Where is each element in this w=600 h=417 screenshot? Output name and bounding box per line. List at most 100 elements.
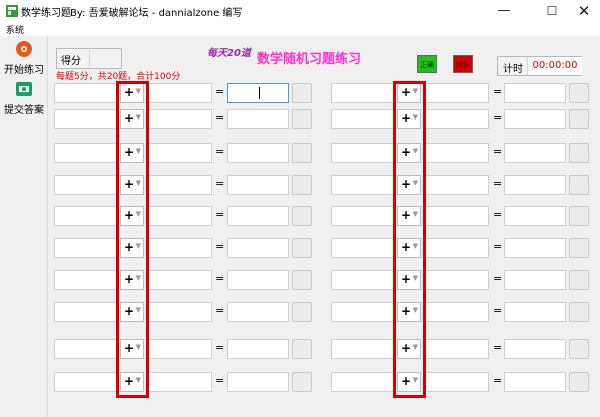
operand-a-field[interactable] [54,83,118,103]
equals-sign: = [493,85,503,98]
start-practice-button[interactable]: 开始练习 [0,40,48,76]
operand-a-field[interactable] [331,302,395,322]
operand-b-field[interactable] [148,109,212,129]
result-indicator [569,238,589,258]
operand-a-field[interactable] [331,339,395,359]
operand-a-field[interactable] [331,83,395,103]
operand-a-field[interactable] [331,143,395,163]
operator-column-highlight-right [393,81,426,398]
answer-input[interactable] [504,270,566,290]
operand-a-field[interactable] [331,238,395,258]
answer-input[interactable] [227,339,289,359]
answer-input[interactable] [504,109,566,129]
operand-a-field[interactable] [54,339,118,359]
operand-a-field[interactable] [54,175,118,195]
answer-input[interactable] [504,206,566,226]
result-indicator [569,270,589,290]
answer-input[interactable] [227,302,289,322]
timer-value: 00:00:00 [527,57,582,75]
equals-sign: = [215,208,225,221]
operand-b-field[interactable] [148,270,212,290]
window-author: By: 吾爱破解论坛 - dannialzone 编写 [70,8,243,19]
result-indicator [569,339,589,359]
answer-input[interactable] [227,372,289,392]
answer-input[interactable] [504,372,566,392]
operand-b-field[interactable] [148,206,212,226]
equals-sign: = [493,272,503,285]
operand-b-field[interactable] [425,109,489,129]
operand-a-field[interactable] [54,238,118,258]
menu-system[interactable]: 系统 [6,23,24,36]
equals-sign: = [215,341,225,354]
operand-a-field[interactable] [331,175,395,195]
result-indicator [292,339,312,359]
result-indicator [292,238,312,258]
equals-sign: = [493,208,503,221]
text-caret [259,87,260,99]
menu-bar: 系统 [0,22,600,36]
operand-b-field[interactable] [425,339,489,359]
operand-b-field[interactable] [148,143,212,163]
minimize-button[interactable]: — [484,0,524,22]
question-row: + ▼ = + ▼ = [0,339,600,361]
equals-sign: = [215,85,225,98]
operand-b-field[interactable] [148,372,212,392]
equals-sign: = [215,111,225,124]
result-indicator [292,109,312,129]
result-indicator [569,372,589,392]
answer-input[interactable] [504,302,566,322]
close-button[interactable]: ✕ [564,0,600,22]
answer-input[interactable] [227,206,289,226]
operand-b-field[interactable] [148,339,212,359]
start-icon [16,41,32,57]
answer-input[interactable] [504,83,566,103]
operand-a-field[interactable] [54,372,118,392]
result-indicator [569,302,589,322]
answer-input[interactable] [227,109,289,129]
operand-a-field[interactable] [331,270,395,290]
question-row: + ▼ = + ▼ = [0,83,600,105]
answer-input[interactable] [227,143,289,163]
operand-b-field[interactable] [425,83,489,103]
daily-tag: 每天20道 [207,48,251,59]
operand-a-field[interactable] [54,206,118,226]
operand-a-field[interactable] [54,302,118,322]
operand-b-field[interactable] [425,206,489,226]
page-title: 数学随机习题练习 [257,52,362,67]
answer-input[interactable] [504,143,566,163]
operand-b-field[interactable] [425,175,489,195]
answer-input[interactable] [227,83,289,103]
operand-a-field[interactable] [54,270,118,290]
operand-a-field[interactable] [331,372,395,392]
equals-sign: = [493,304,503,317]
operand-b-field[interactable] [425,270,489,290]
operand-b-field[interactable] [148,302,212,322]
question-row: + ▼ = + ▼ = [0,175,600,197]
operand-b-field[interactable] [425,238,489,258]
result-indicator [292,372,312,392]
operand-a-field[interactable] [54,143,118,163]
operand-b-field[interactable] [148,83,212,103]
equals-sign: = [215,145,225,158]
answer-input[interactable] [227,175,289,195]
window-title: 数学练习题 [21,8,71,19]
operand-b-field[interactable] [425,302,489,322]
equals-sign: = [215,374,225,387]
answer-input[interactable] [227,270,289,290]
timer-box: 计时 00:00:00 [497,56,582,76]
equals-sign: = [493,374,503,387]
operand-a-field[interactable] [331,109,395,129]
operand-b-field[interactable] [148,238,212,258]
answer-input[interactable] [227,238,289,258]
equals-sign: = [215,304,225,317]
answer-input[interactable] [504,238,566,258]
answer-input[interactable] [504,339,566,359]
operand-a-field[interactable] [331,206,395,226]
operand-b-field[interactable] [425,372,489,392]
operand-b-field[interactable] [148,175,212,195]
answer-input[interactable] [504,175,566,195]
result-indicator [569,206,589,226]
operand-a-field[interactable] [54,109,118,129]
result-indicator [569,175,589,195]
operand-b-field[interactable] [425,143,489,163]
